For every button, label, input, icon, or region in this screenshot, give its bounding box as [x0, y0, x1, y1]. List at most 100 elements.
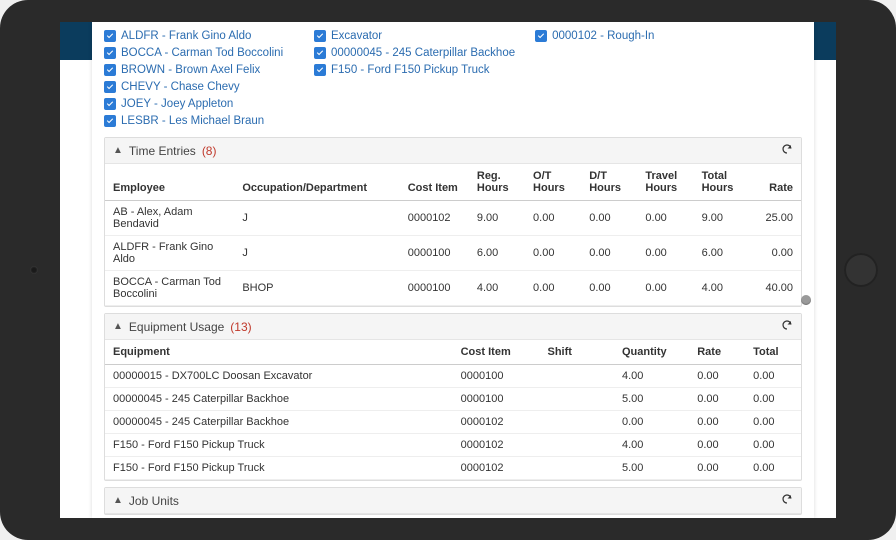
employee-checkbox[interactable]: CHEVY - Chase Chevy	[104, 79, 294, 95]
cell-rate: 40.00	[750, 271, 801, 306]
col-total[interactable]: Total Hours	[694, 164, 750, 201]
cell-ot: 0.00	[525, 201, 581, 236]
checkbox-icon	[535, 30, 547, 42]
cell-equipment: F150 - Ford F150 Pickup Truck	[105, 457, 453, 480]
cell-quantity: 5.00	[614, 388, 689, 411]
equipment-usage-table: Equipment Cost Item Shift Quantity Rate …	[105, 340, 801, 480]
cell-total: 0.00	[745, 457, 801, 480]
col-quantity[interactable]: Quantity	[614, 340, 689, 365]
cell-equipment: 00000015 - DX700LC Doosan Excavator	[105, 365, 453, 388]
job-units-header[interactable]: ▲ Job Units	[105, 488, 801, 514]
refresh-button[interactable]	[781, 493, 793, 508]
equipment-usage-section: ▲ Equipment Usage (13) Equipment Cost It…	[104, 313, 802, 481]
col-travel[interactable]: Travel Hours	[637, 164, 693, 201]
section-title: Equipment Usage	[129, 320, 224, 334]
screen: ALDFR - Frank Gino AldoBOCCA - Carman To…	[60, 22, 836, 518]
col-dt[interactable]: D/T Hours	[581, 164, 637, 201]
cell-total: 4.00	[694, 271, 750, 306]
cell-rate: 0.00	[689, 434, 745, 457]
cell-equipment: 00000045 - 245 Caterpillar Backhoe	[105, 411, 453, 434]
cell-shift	[540, 365, 614, 388]
employee-checkbox[interactable]: LESBR - Les Michael Braun	[104, 113, 294, 129]
cell-ot: 0.00	[525, 236, 581, 271]
col-costitem[interactable]: Cost Item	[400, 164, 469, 201]
time-entries-table: Employee Occupation/Department Cost Item…	[105, 164, 801, 306]
costitem-checkbox[interactable]: 0000102 - Rough-In	[535, 28, 802, 44]
cell-dt: 0.00	[581, 201, 637, 236]
col-costitem[interactable]: Cost Item	[453, 340, 540, 365]
table-row[interactable]: AB - Alex, Adam BendavidJ00001029.000.00…	[105, 201, 801, 236]
cell-quantity: 4.00	[614, 365, 689, 388]
employee-checkbox[interactable]: ALDFR - Frank Gino Aldo	[104, 28, 294, 44]
employee-checkbox[interactable]: BROWN - Brown Axel Felix	[104, 62, 294, 78]
cell-travel: 0.00	[637, 271, 693, 306]
equipment-filter-column: Excavator00000045 - 245 Caterpillar Back…	[314, 28, 515, 129]
checkbox-label: LESBR - Les Michael Braun	[121, 113, 264, 129]
cell-reg: 6.00	[469, 236, 525, 271]
checkbox-label: ALDFR - Frank Gino Aldo	[121, 28, 251, 44]
col-total[interactable]: Total	[745, 340, 801, 365]
table-row[interactable]: F150 - Ford F150 Pickup Truck00001024.00…	[105, 434, 801, 457]
col-shift[interactable]: Shift	[540, 340, 614, 365]
tablet-home-button[interactable]	[844, 253, 878, 287]
cell-shift	[540, 411, 614, 434]
cell-costitem: 0000100	[453, 388, 540, 411]
col-employee[interactable]: Employee	[105, 164, 234, 201]
cell-rate: 0.00	[689, 388, 745, 411]
tablet-camera	[30, 266, 38, 274]
cell-rate: 0.00	[689, 365, 745, 388]
checkbox-label: F150 - Ford F150 Pickup Truck	[331, 62, 490, 78]
refresh-button[interactable]	[781, 143, 793, 158]
scrollbar-thumb[interactable]	[801, 295, 811, 305]
checkbox-label: 0000102 - Rough-In	[552, 28, 654, 44]
checkbox-icon	[104, 115, 116, 127]
employee-filter-column: ALDFR - Frank Gino AldoBOCCA - Carman To…	[104, 28, 294, 129]
chevron-up-icon: ▲	[113, 321, 123, 332]
col-ot[interactable]: O/T Hours	[525, 164, 581, 201]
cell-quantity: 0.00	[614, 411, 689, 434]
cell-costitem: 0000102	[453, 411, 540, 434]
col-occupation[interactable]: Occupation/Department	[234, 164, 399, 201]
checkbox-icon	[104, 30, 116, 42]
time-entries-header[interactable]: ▲ Time Entries (8)	[105, 138, 801, 164]
time-entries-section: ▲ Time Entries (8) Employee Occupation/D…	[104, 137, 802, 307]
col-reg[interactable]: Reg. Hours	[469, 164, 525, 201]
employee-checkbox[interactable]: JOEY - Joey Appleton	[104, 96, 294, 112]
section-count: (8)	[202, 144, 217, 158]
table-row[interactable]: ALDFR - Frank Gino AldoJ00001006.000.000…	[105, 236, 801, 271]
equipment-usage-header[interactable]: ▲ Equipment Usage (13)	[105, 314, 801, 340]
tablet-frame: ALDFR - Frank Gino AldoBOCCA - Carman To…	[0, 0, 896, 540]
section-title: Job Units	[129, 494, 179, 508]
main-panel: ALDFR - Frank Gino AldoBOCCA - Carman To…	[92, 22, 814, 518]
table-row[interactable]: 00000015 - DX700LC Doosan Excavator00001…	[105, 365, 801, 388]
employee-checkbox[interactable]: BOCCA - Carman Tod Boccolini	[104, 45, 294, 61]
equipment-checkbox[interactable]: 00000045 - 245 Caterpillar Backhoe	[314, 45, 515, 61]
refresh-button[interactable]	[781, 319, 793, 334]
cell-reg: 9.00	[469, 201, 525, 236]
checkbox-label: CHEVY - Chase Chevy	[121, 79, 240, 95]
table-row[interactable]: BOCCA - Carman Tod BoccoliniBHOP00001004…	[105, 271, 801, 306]
checkbox-icon	[104, 98, 116, 110]
chevron-up-icon: ▲	[113, 145, 123, 156]
cell-employee: BOCCA - Carman Tod Boccolini	[105, 271, 234, 306]
cell-total: 0.00	[745, 365, 801, 388]
table-row[interactable]: F150 - Ford F150 Pickup Truck00001025.00…	[105, 457, 801, 480]
cell-rate: 0.00	[750, 236, 801, 271]
equipment-checkbox[interactable]: F150 - Ford F150 Pickup Truck	[314, 62, 515, 78]
costitem-filter-column: 0000102 - Rough-In	[535, 28, 802, 129]
col-rate[interactable]: Rate	[750, 164, 801, 201]
col-equipment[interactable]: Equipment	[105, 340, 453, 365]
equipment-checkbox[interactable]: Excavator	[314, 28, 515, 44]
col-rate[interactable]: Rate	[689, 340, 745, 365]
cell-employee: AB - Alex, Adam Bendavid	[105, 201, 234, 236]
cell-employee: ALDFR - Frank Gino Aldo	[105, 236, 234, 271]
job-units-section: ▲ Job Units	[104, 487, 802, 515]
cell-rate: 25.00	[750, 201, 801, 236]
cell-ot: 0.00	[525, 271, 581, 306]
table-row[interactable]: 00000045 - 245 Caterpillar Backhoe000010…	[105, 388, 801, 411]
cell-shift	[540, 434, 614, 457]
table-row[interactable]: 00000045 - 245 Caterpillar Backhoe000010…	[105, 411, 801, 434]
cell-costitem: 0000100	[400, 271, 469, 306]
cell-travel: 0.00	[637, 201, 693, 236]
cell-reg: 4.00	[469, 271, 525, 306]
